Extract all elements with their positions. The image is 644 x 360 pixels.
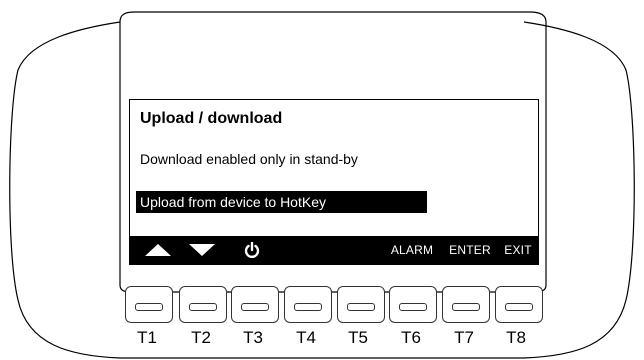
softkey-power[interactable] <box>238 236 266 264</box>
key-t2[interactable] <box>179 286 227 323</box>
menu-item-selected[interactable]: Upload from device to HotKey <box>136 191 427 213</box>
key-t1[interactable] <box>125 286 173 323</box>
softkey-exit[interactable]: EXIT <box>498 236 538 264</box>
key-t8[interactable] <box>495 286 543 323</box>
softkey-enter[interactable]: ENTER <box>442 236 498 264</box>
softkey-bar: ALARM ENTER EXIT <box>130 236 538 264</box>
softkey-alarm-label: ALARM <box>390 243 434 257</box>
up-arrow-icon <box>145 244 171 256</box>
key-t5[interactable] <box>337 286 385 323</box>
softkey-exit-label: EXIT <box>504 243 532 257</box>
down-arrow-icon <box>189 244 215 256</box>
softkey-up[interactable] <box>138 236 178 264</box>
softkey-down[interactable] <box>182 236 222 264</box>
power-icon <box>244 242 260 258</box>
key-t7[interactable] <box>442 286 490 323</box>
key-t4[interactable] <box>284 286 332 323</box>
lcd-screen: Upload / download Download enabled only … <box>129 99 539 265</box>
screen-title: Upload / download <box>140 110 283 127</box>
status-message: Download enabled only in stand-by <box>140 151 358 167</box>
softkey-alarm[interactable]: ALARM <box>384 236 440 264</box>
softkey-enter-label: ENTER <box>449 243 491 257</box>
key-t3[interactable] <box>231 286 279 323</box>
key-t6[interactable] <box>389 286 437 323</box>
